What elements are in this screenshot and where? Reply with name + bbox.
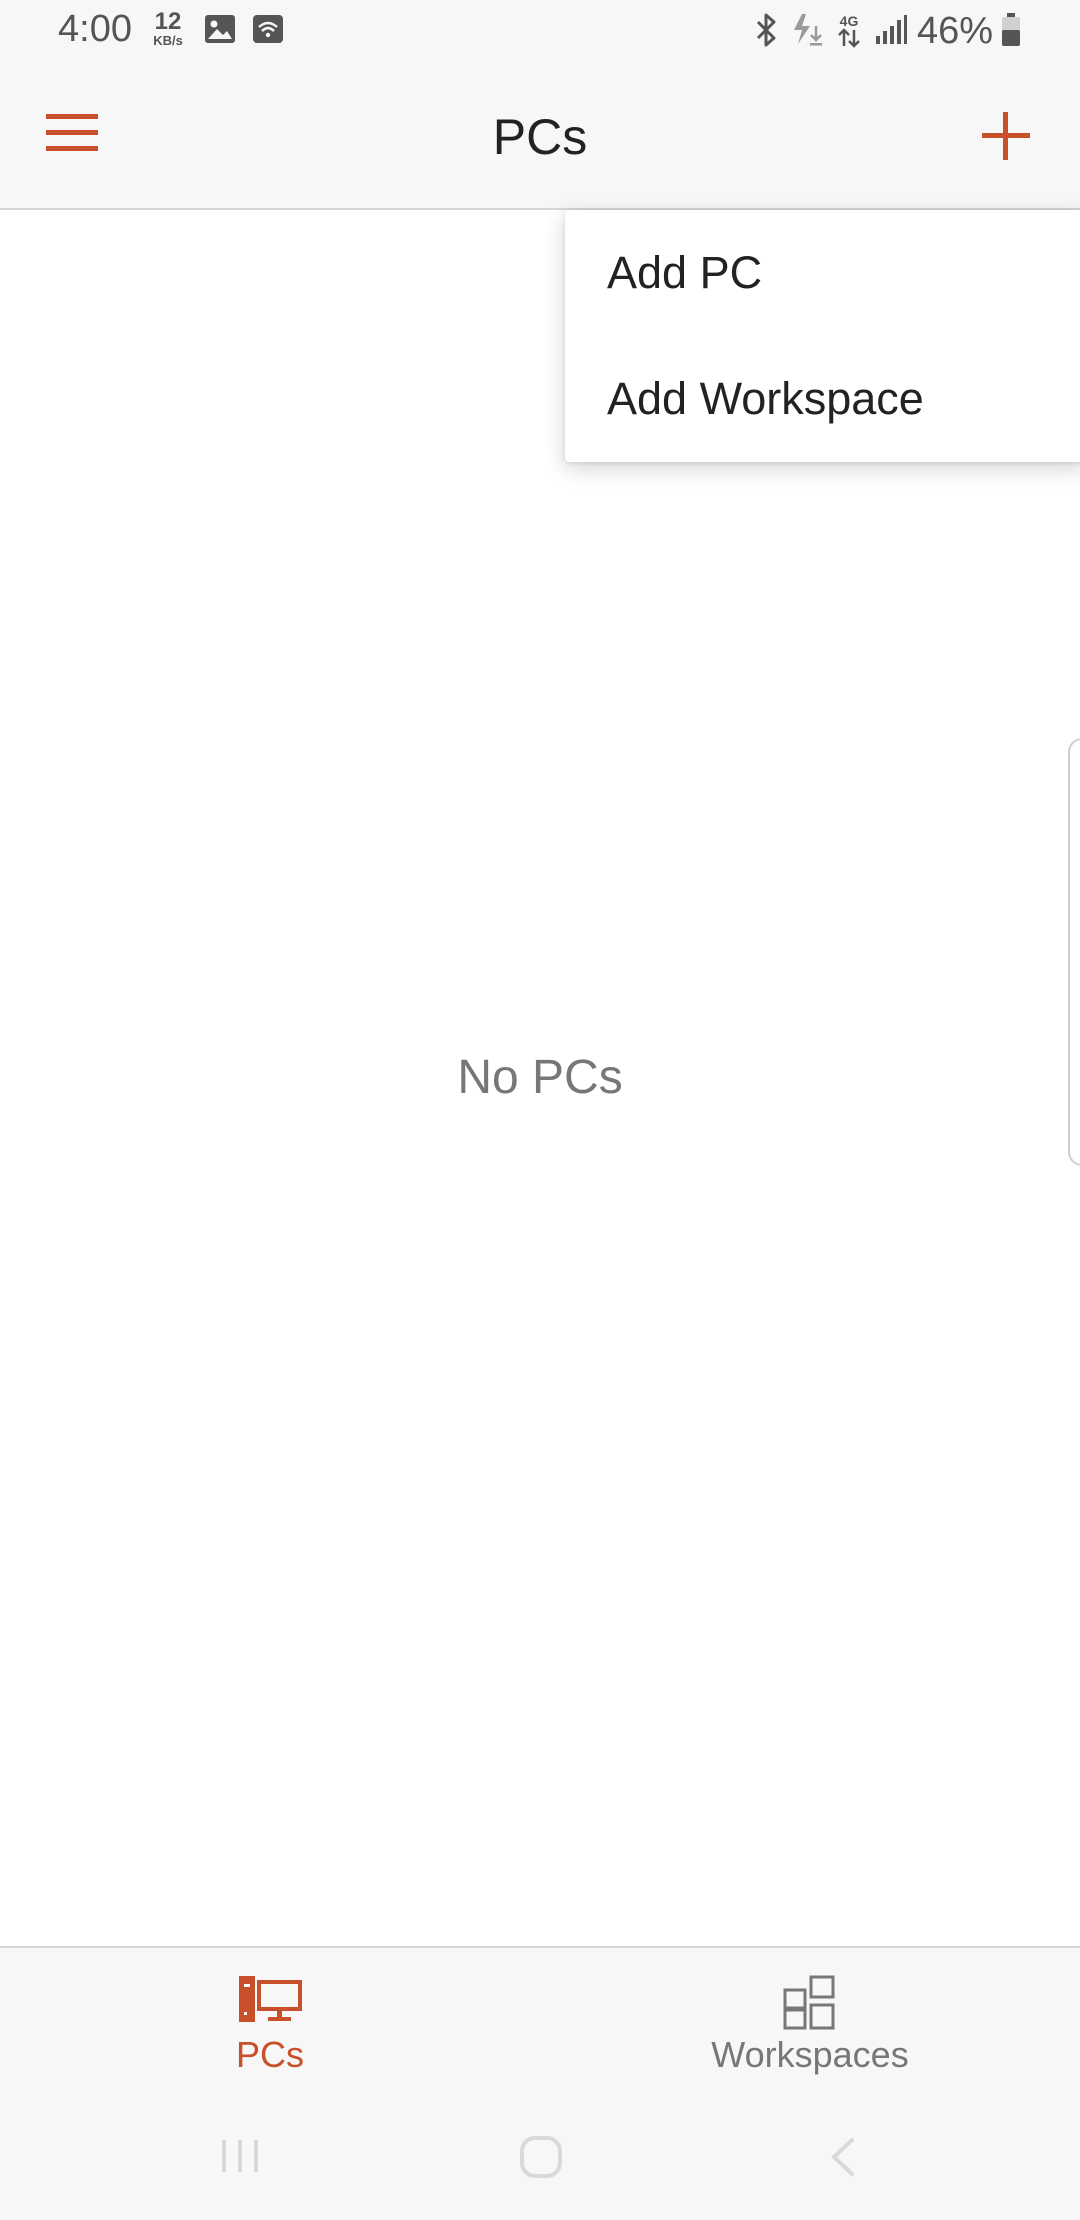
data-saver-icon — [794, 14, 822, 46]
system-nav-bar — [0, 2096, 1080, 2220]
menu-item-add-pc[interactable]: Add PC — [565, 210, 1080, 336]
svg-text:4G: 4G — [840, 13, 859, 29]
home-icon[interactable] — [518, 2134, 564, 2180]
network-speed: 12 KB/s — [148, 8, 188, 48]
tab-pcs[interactable]: PCs — [0, 1948, 540, 2098]
add-dropdown-menu: Add PC Add Workspace — [565, 210, 1080, 462]
add-button[interactable] — [960, 100, 1050, 172]
pc-monitor-icon — [239, 1976, 302, 2022]
tab-label: Workspaces — [711, 2034, 909, 2075]
workspaces-grid-icon — [783, 1975, 835, 2030]
battery-percent: 46% — [917, 10, 994, 52]
bottom-tab-bar: PCs Workspaces — [0, 1946, 1080, 2096]
app-screen: 4:00 12 KB/s 4G 46% PCs No PCs Add PC Ad… — [0, 0, 1080, 2220]
gallery-icon — [205, 15, 235, 43]
battery-icon — [1002, 13, 1020, 46]
network-speed-unit: KB/s — [153, 33, 183, 48]
menu-item-label: Add Workspace — [607, 373, 924, 424]
menu-item-add-workspace[interactable]: Add Workspace — [565, 336, 1080, 462]
edge-panel-handle[interactable] — [1068, 738, 1080, 1166]
app-bar: PCs — [0, 64, 1080, 210]
wifi-hotspot-icon — [253, 15, 283, 43]
status-bar: 4:00 12 KB/s 4G 46% — [0, 0, 1080, 64]
tab-label: PCs — [235, 2034, 304, 2075]
plus-icon — [982, 112, 1030, 160]
4g-icon: 4G — [838, 13, 860, 48]
status-time: 4:00 — [58, 8, 132, 50]
tab-workspaces[interactable]: Workspaces — [540, 1948, 1080, 2098]
network-speed-value: 12 — [154, 8, 182, 35]
empty-state-message: No PCs — [457, 1051, 623, 1104]
signal-icon — [876, 15, 907, 44]
bluetooth-icon — [756, 13, 776, 47]
back-icon[interactable] — [826, 2136, 860, 2178]
menu-item-label: Add PC — [607, 247, 763, 298]
recents-icon[interactable] — [218, 2136, 262, 2176]
page-title: PCs — [492, 109, 588, 165]
